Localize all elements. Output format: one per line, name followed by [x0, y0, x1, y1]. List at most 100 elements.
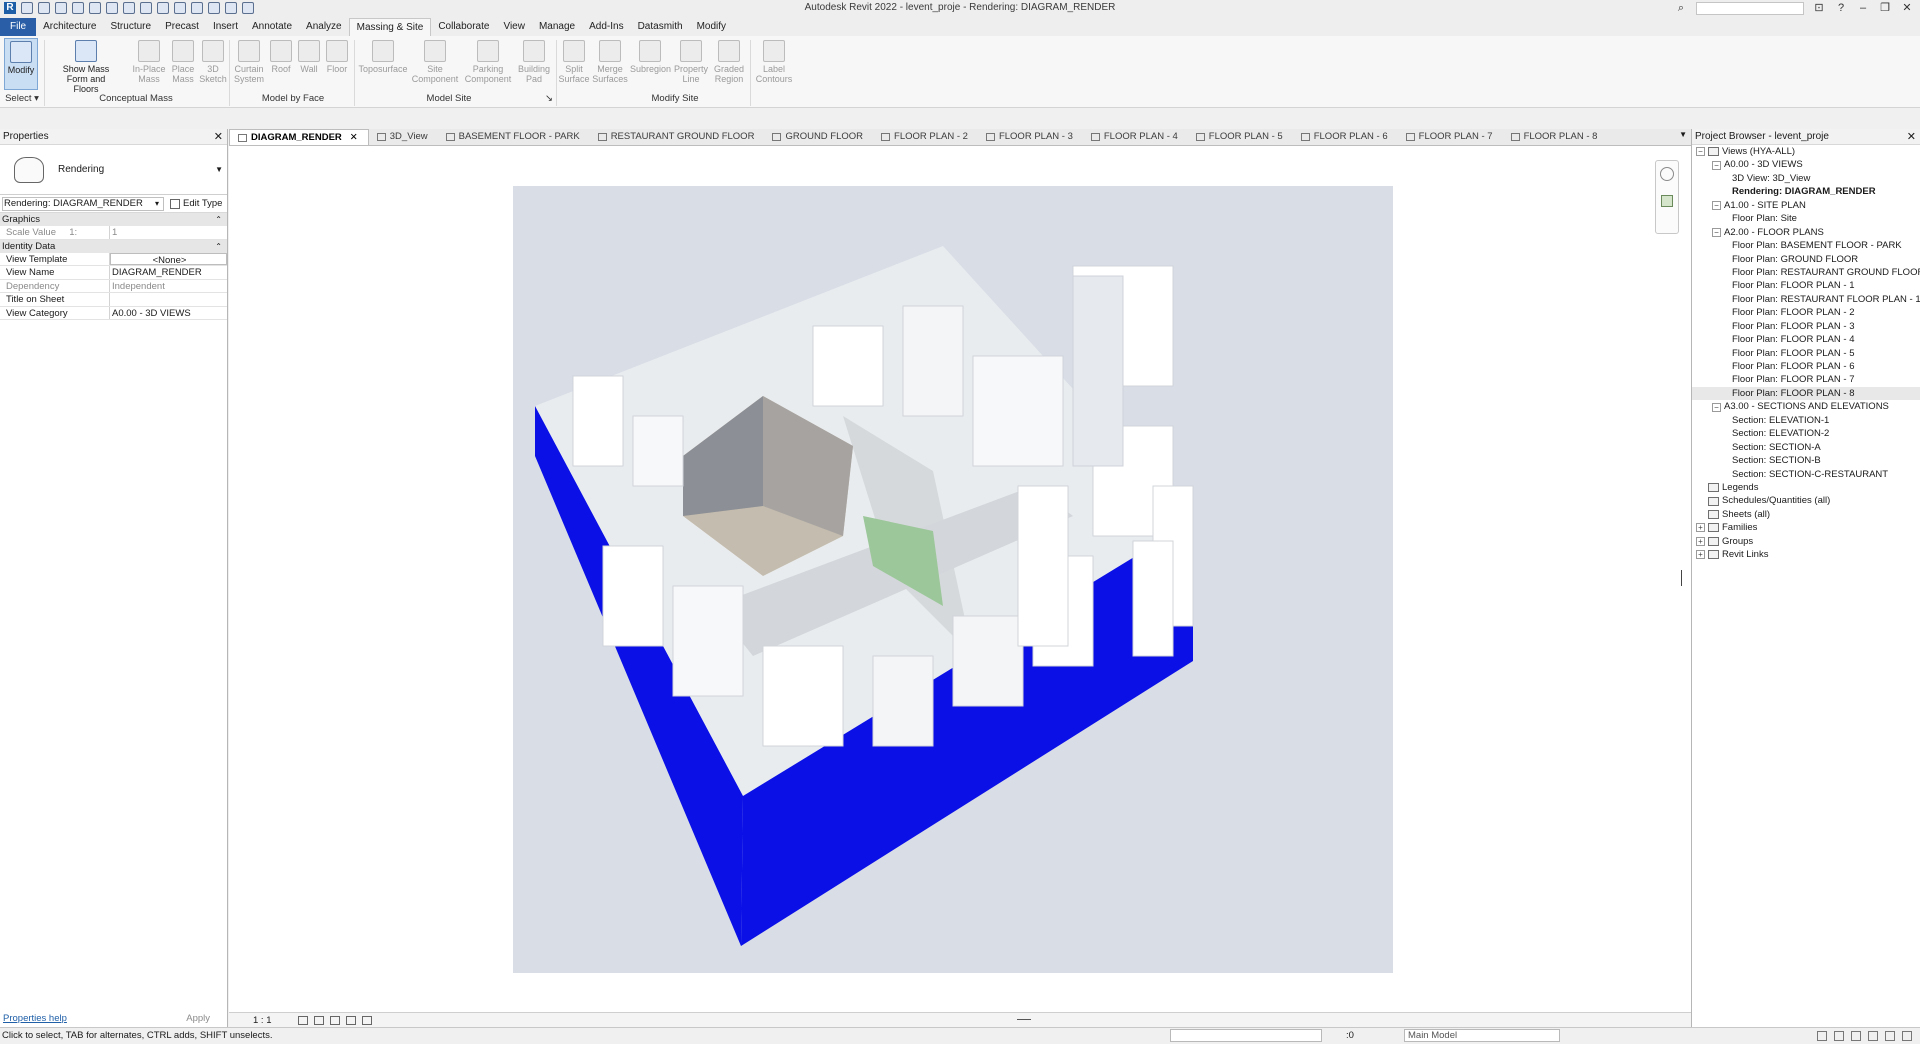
tree-item-section-a[interactable]: Section: SECTION-A [1692, 441, 1920, 454]
tab-massing-site[interactable]: Massing & Site [348, 18, 432, 36]
view-template-button[interactable]: <None> [110, 252, 227, 266]
tab-collaborate[interactable]: Collaborate [431, 18, 496, 36]
close-icon[interactable]: ✕ [350, 130, 358, 146]
tree-item-families[interactable]: + Families [1692, 521, 1920, 534]
collapse-icon[interactable]: − [1712, 402, 1721, 412]
tree-item-floor-plan-2[interactable]: Floor Plan: FLOOR PLAN - 2 [1692, 306, 1920, 319]
3d-view-icon[interactable] [191, 2, 203, 14]
toposurface-button[interactable]: Toposurface [358, 38, 408, 74]
open-icon[interactable] [21, 2, 33, 14]
tree-item-elevation-1[interactable]: Section: ELEVATION-1 [1692, 414, 1920, 427]
tree-item-floor-plan-7[interactable]: Floor Plan: FLOOR PLAN - 7 [1692, 373, 1920, 386]
binoculars-icon[interactable]: ⌕ [1674, 1, 1688, 15]
tree-item-legends[interactable]: Legends [1692, 481, 1920, 494]
view-name-field[interactable]: DIAGRAM_RENDER [110, 266, 227, 279]
dimension-icon[interactable] [140, 2, 152, 14]
tag-icon[interactable] [157, 2, 169, 14]
filter-icon[interactable] [1902, 1031, 1912, 1041]
property-line-button[interactable]: Property Line [672, 38, 710, 84]
collapse-icon[interactable]: − [1712, 227, 1721, 237]
sync-icon[interactable] [55, 2, 67, 14]
tree-item-floor-plans[interactable]: − A2.00 - FLOOR PLANS [1692, 226, 1920, 239]
view-tab-diagram-render[interactable]: DIAGRAM_RENDER ✕ [229, 129, 369, 145]
tree-item-sections-elevations[interactable]: − A3.00 - SECTIONS AND ELEVATIONS [1692, 400, 1920, 413]
graded-region-button[interactable]: Graded Region [710, 38, 748, 84]
tree-item-3d-view[interactable]: 3D View: 3D_View [1692, 172, 1920, 185]
revit-logo-icon[interactable]: R [4, 2, 16, 14]
drag-elements-icon[interactable] [1885, 1031, 1895, 1041]
zoom-icon[interactable] [1661, 195, 1673, 207]
tree-item-floor-plan-3[interactable]: Floor Plan: FLOOR PLAN - 3 [1692, 320, 1920, 333]
tree-item-diagram-render[interactable]: Rendering: DIAGRAM_RENDER [1692, 185, 1920, 198]
view-tab-floor-plan-8[interactable]: FLOOR PLAN - 8 [1503, 129, 1608, 145]
redo-icon[interactable] [89, 2, 101, 14]
select-links-icon[interactable] [1817, 1031, 1827, 1041]
tab-insert[interactable]: Insert [206, 18, 245, 36]
tree-item-schedules[interactable]: Schedules/Quantities (all) [1692, 494, 1920, 507]
visual-style-icon[interactable] [313, 1015, 324, 1025]
expand-icon[interactable]: + [1696, 536, 1705, 546]
view-tab-basement-floor[interactable]: BASEMENT FLOOR - PARK [438, 129, 590, 145]
parking-component-button[interactable]: Parking Component [462, 38, 514, 84]
tab-annotate[interactable]: Annotate [245, 18, 299, 36]
place-mass-button[interactable]: Place Mass [166, 38, 200, 84]
tree-item-ground-floor[interactable]: Floor Plan: GROUND FLOOR [1692, 253, 1920, 266]
tab-architecture[interactable]: Architecture [36, 18, 103, 36]
view-tab-ground-floor[interactable]: GROUND FLOOR [764, 129, 873, 145]
view-canvas[interactable] [229, 146, 1691, 1012]
view-tab-floor-plan-6[interactable]: FLOOR PLAN - 6 [1293, 129, 1398, 145]
tree-item-groups[interactable]: + Groups [1692, 535, 1920, 548]
expand-icon[interactable]: + [1696, 550, 1705, 560]
view-scale[interactable]: 1 : 1 [253, 1015, 272, 1026]
tree-item-sheets[interactable]: Sheets (all) [1692, 508, 1920, 521]
tree-item-floor-plan-5[interactable]: Floor Plan: FLOOR PLAN - 5 [1692, 347, 1920, 360]
collapse-icon[interactable]: − [1696, 147, 1705, 157]
graphics-section[interactable]: Graphics ⌃ [0, 213, 227, 226]
view-tab-floor-plan-4[interactable]: FLOOR PLAN - 4 [1083, 129, 1188, 145]
merge-surfaces-button[interactable]: Merge Surfaces [592, 38, 628, 84]
tab-datasmith[interactable]: Datasmith [631, 18, 690, 36]
workset-select[interactable] [1170, 1029, 1322, 1042]
tab-analyze[interactable]: Analyze [299, 18, 349, 36]
help-icon[interactable]: ? [1834, 1, 1848, 15]
identity-data-section[interactable]: Identity Data ⌃ [0, 239, 227, 253]
tree-item-section-b[interactable]: Section: SECTION-B [1692, 454, 1920, 467]
design-option-select[interactable]: Main Model [1404, 1029, 1560, 1042]
tree-item-restaurant-floor-plan-1[interactable]: Floor Plan: RESTAURANT FLOOR PLAN - 1 [1692, 293, 1920, 306]
in-place-mass-button[interactable]: In-Place Mass [132, 38, 166, 84]
close-icon[interactable]: ✕ [1907, 129, 1916, 145]
tree-item-site-plan[interactable]: − A1.00 - SITE PLAN [1692, 199, 1920, 212]
undo-icon[interactable] [72, 2, 84, 14]
site-component-button[interactable]: Site Component [410, 38, 460, 84]
split-surface-button[interactable]: Split Surface [556, 38, 592, 84]
modify-button[interactable]: Modify [4, 38, 38, 90]
close-icon[interactable]: ✕ [214, 129, 223, 145]
tree-item-3d-views[interactable]: − A0.00 - 3D VIEWS [1692, 158, 1920, 171]
instance-filter-select[interactable]: Rendering: DIAGRAM_RENDER ▾ [2, 196, 164, 211]
tree-item-views[interactable]: − Views (HYA-ALL) [1692, 145, 1920, 158]
close-button[interactable]: ✕ [1900, 1, 1914, 15]
model-site-expander-icon[interactable]: ↘ [544, 93, 554, 104]
expand-icon[interactable]: + [1696, 523, 1705, 533]
steering-wheel-icon[interactable] [1660, 167, 1674, 181]
tree-item-revit-links[interactable]: + Revit Links [1692, 548, 1920, 561]
switch-windows-icon[interactable] [242, 2, 254, 14]
tab-structure[interactable]: Structure [103, 18, 158, 36]
section-icon[interactable] [208, 2, 220, 14]
tab-modify[interactable]: Modify [690, 18, 733, 36]
show-mass-button[interactable]: Show Mass Form and Floors [56, 38, 116, 94]
text-icon[interactable] [174, 2, 186, 14]
tree-item-section-c-restaurant[interactable]: Section: SECTION-C-RESTAURANT [1692, 468, 1920, 481]
tab-file[interactable]: File [0, 18, 37, 36]
select-pinned-icon[interactable] [1851, 1031, 1861, 1041]
restore-button[interactable]: ❐ [1878, 1, 1892, 15]
tree-item-floor-plan-8[interactable]: Floor Plan: FLOOR PLAN - 8 [1692, 386, 1920, 401]
curtain-system-button[interactable]: Curtain System [232, 38, 266, 84]
tree-item-elevation-2[interactable]: Section: ELEVATION-2 [1692, 427, 1920, 440]
view-tab-floor-plan-3[interactable]: FLOOR PLAN - 3 [978, 129, 1083, 145]
floor-button[interactable]: Floor [320, 38, 354, 74]
select-panel-label[interactable]: Select ▾ [4, 93, 40, 104]
building-pad-button[interactable]: Building Pad [516, 38, 552, 84]
tree-item-restaurant-ground-floor[interactable]: Floor Plan: RESTAURANT GROUND FLOOR [1692, 266, 1920, 279]
label-contours-button[interactable]: Label Contours [754, 38, 794, 84]
